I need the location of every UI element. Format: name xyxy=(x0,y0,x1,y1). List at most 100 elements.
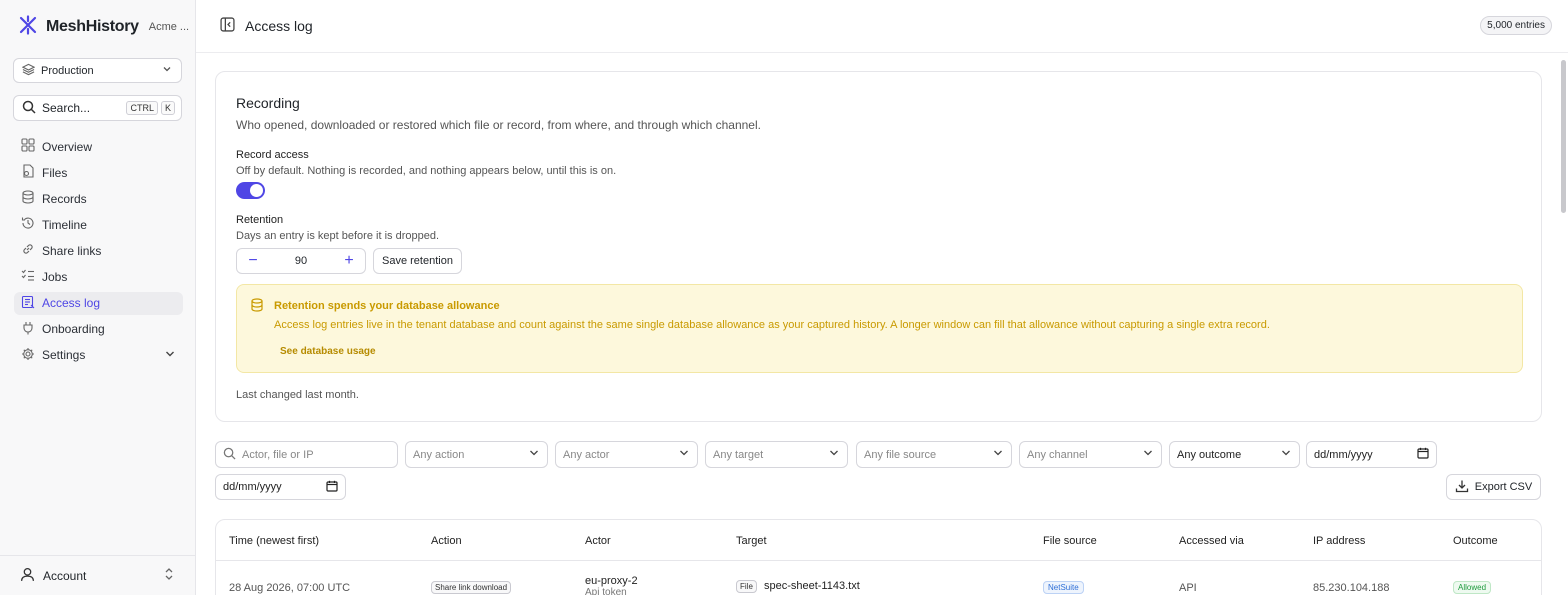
alert-title: Retention spends your database allowance xyxy=(274,300,500,312)
column-header-outcome: Outcome xyxy=(1453,535,1498,547)
sidebar-item-label: Overview xyxy=(42,139,93,154)
sidebar-item-label: Records xyxy=(42,191,87,206)
page-title: Access log xyxy=(245,18,313,34)
environment-value: Production xyxy=(41,64,94,77)
cell-target: File spec-sheet-1143.txt xyxy=(736,580,860,593)
sidebar-toggle-icon[interactable] xyxy=(220,17,235,35)
column-header-file-source: File source xyxy=(1043,535,1097,547)
last-changed-text: Last changed last month. xyxy=(236,389,359,401)
sidebar-item-label: Timeline xyxy=(42,217,87,232)
file-source-filter-value: Any file source xyxy=(864,448,937,461)
chevron-down-icon xyxy=(528,447,540,462)
page-scrollbar[interactable] xyxy=(1558,53,1568,595)
scrollbar-thumb[interactable] xyxy=(1561,60,1566,213)
database-icon xyxy=(21,190,35,207)
action-filter-select[interactable]: Any action xyxy=(405,441,548,468)
date-to-input[interactable]: dd/mm/yyyy xyxy=(215,474,346,500)
cell-ip-address: 85.230.104.188 xyxy=(1313,582,1390,594)
date-from-input[interactable]: dd/mm/yyyy xyxy=(1306,441,1437,468)
see-database-usage-link[interactable]: See database usage xyxy=(280,346,376,357)
record-access-label: Record access xyxy=(236,149,309,161)
column-header-target: Target xyxy=(736,535,767,547)
target-name[interactable]: spec-sheet-1143.txt xyxy=(764,580,860,592)
kbd-k: K xyxy=(160,101,175,115)
outcome-chip: Allowed xyxy=(1453,581,1492,594)
actor-kind: Api token xyxy=(585,587,627,595)
export-csv-label: Export CSV xyxy=(1474,481,1533,493)
sidebar-item-access-log[interactable]: Access log xyxy=(14,291,183,315)
retention-hint: Days an entry is kept before it is dropp… xyxy=(236,230,439,242)
sidebar-item-files[interactable]: Files xyxy=(14,161,183,184)
calendar-icon[interactable] xyxy=(1417,447,1429,462)
chevron-down-icon xyxy=(1280,447,1292,462)
chevron-down-icon xyxy=(1142,447,1154,462)
sidebar-item-timeline[interactable]: Timeline xyxy=(14,213,183,236)
sidebar-item-label: Settings xyxy=(42,348,86,363)
environment-select[interactable]: Production xyxy=(13,58,182,83)
action-chip: Share link download xyxy=(431,581,512,594)
chevron-down-icon xyxy=(161,63,173,78)
sidebar-item-settings[interactable]: Settings xyxy=(14,344,183,367)
file-source-filter-select[interactable]: Any file source xyxy=(856,441,1012,468)
brand-name: MeshHistory xyxy=(46,17,139,35)
page-header: Access log 5,000 entries xyxy=(196,0,1568,53)
chevron-down-icon xyxy=(678,447,690,462)
grid-icon xyxy=(21,138,35,155)
sidebar-item-records[interactable]: Records xyxy=(14,187,183,210)
outcome-filter-select[interactable]: Any outcome xyxy=(1169,441,1300,468)
target-filter-value: Any target xyxy=(713,448,764,461)
sidebar-item-label: Share links xyxy=(42,243,102,258)
gear-icon xyxy=(21,347,35,364)
database-icon xyxy=(250,298,264,315)
action-filter-value: Any action xyxy=(413,448,465,461)
increment-button[interactable]: + xyxy=(341,253,357,269)
mesh-logo-icon xyxy=(18,15,38,38)
record-access-toggle[interactable] xyxy=(236,182,265,199)
actor-filter-value: Any actor xyxy=(563,448,610,461)
sidebar-item-onboarding[interactable]: Onboarding xyxy=(14,318,183,341)
filter-search-input[interactable]: Actor, file or IP xyxy=(215,441,398,468)
channel-filter-value: Any channel xyxy=(1027,448,1088,461)
date-from-value: dd/mm/yyyy xyxy=(1314,448,1373,461)
sidebar-search[interactable]: Search... CTRL K xyxy=(13,95,182,121)
chevron-down-icon[interactable] xyxy=(164,348,176,363)
column-header-accessed-via: Accessed via xyxy=(1179,535,1244,547)
search-placeholder: Search... xyxy=(42,101,91,115)
save-retention-button[interactable]: Save retention xyxy=(373,248,462,274)
cell-accessed-via: API xyxy=(1179,582,1197,594)
brand[interactable]: MeshHistory Acme ... xyxy=(18,15,189,38)
cell-outcome: Allowed xyxy=(1453,581,1492,594)
cell-time: 28 Aug 2026, 07:00 UTC xyxy=(229,582,351,594)
alert-body: Access log entries live in the tenant da… xyxy=(274,319,1270,331)
actor-filter-select[interactable]: Any actor xyxy=(555,441,698,468)
calendar-icon[interactable] xyxy=(326,480,338,495)
target-kind-chip: File xyxy=(736,580,757,593)
export-csv-button[interactable]: Export CSV xyxy=(1446,474,1541,500)
cell-actor: eu-proxy-2 Api token xyxy=(585,575,638,595)
column-header-action: Action xyxy=(431,535,462,547)
sidebar-item-overview[interactable]: Overview xyxy=(14,135,183,158)
retention-value[interactable]: 90 xyxy=(295,255,307,267)
chevron-down-icon xyxy=(992,447,1004,462)
access-log-table: Time (newest first) Action Actor Target … xyxy=(215,519,1542,595)
entries-count-badge: 5,000 entries xyxy=(1480,16,1552,35)
cell-file-source: NetSuite xyxy=(1043,581,1084,594)
target-filter-select[interactable]: Any target xyxy=(705,441,848,468)
plug-icon xyxy=(21,321,35,338)
sidebar-item-jobs[interactable]: Jobs xyxy=(14,265,183,288)
download-icon xyxy=(1455,479,1469,496)
date-to-value: dd/mm/yyyy xyxy=(223,481,282,493)
history-icon xyxy=(21,216,35,233)
account-label: Account xyxy=(43,568,87,583)
sidebar-item-label: Access log xyxy=(42,296,101,311)
link-icon xyxy=(21,242,35,259)
cell-action: Share link download xyxy=(431,581,512,594)
org-name: Acme ... xyxy=(148,20,190,33)
sidebar-item-label: Onboarding xyxy=(42,322,105,337)
sidebar-item-share-links[interactable]: Share links xyxy=(14,239,183,262)
decrement-button[interactable]: − xyxy=(245,253,261,269)
channel-filter-select[interactable]: Any channel xyxy=(1019,441,1162,468)
account-menu[interactable]: Account xyxy=(0,555,195,595)
file-source-chip: NetSuite xyxy=(1043,581,1084,594)
column-header-time[interactable]: Time (newest first) xyxy=(229,535,319,547)
